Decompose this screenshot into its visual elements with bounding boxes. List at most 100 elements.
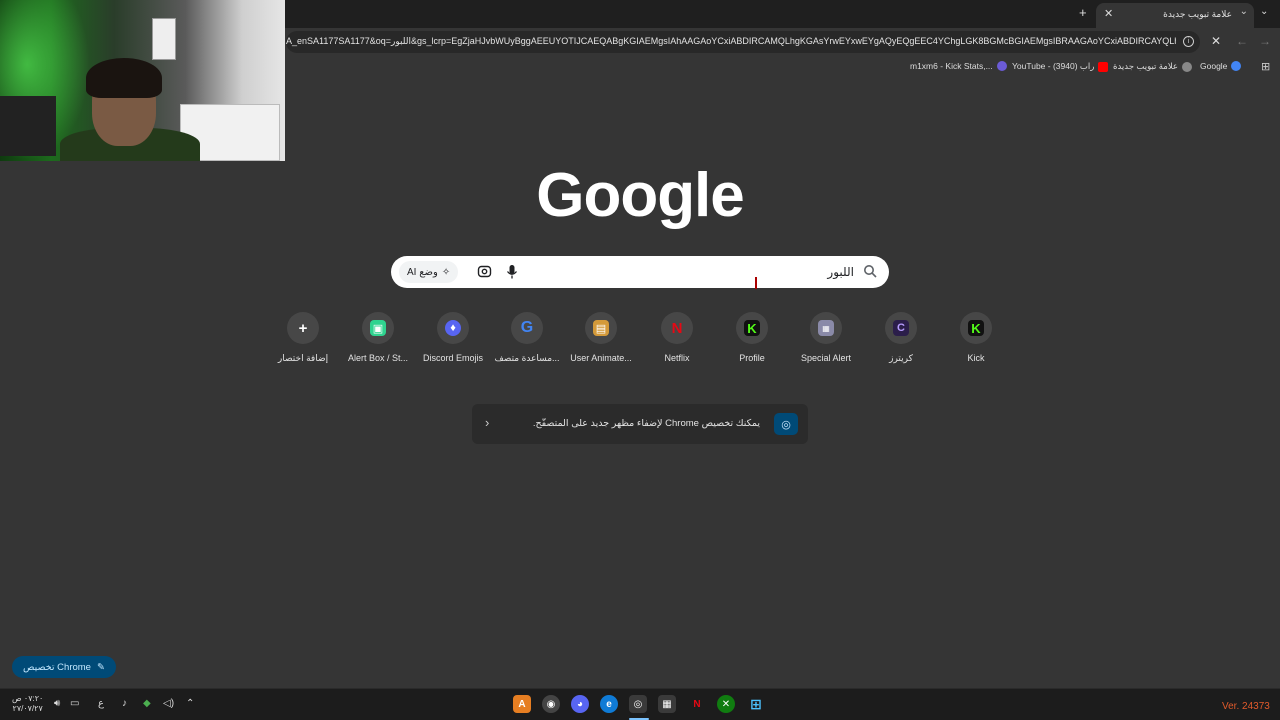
shortcut-label: Netflix <box>664 353 690 363</box>
shortcut-label: User Animate... <box>570 353 632 363</box>
tray-overflow-icon[interactable]: ⌃ <box>186 698 194 709</box>
search-input[interactable]: اللبور <box>827 265 854 279</box>
screen: + ✕ علامة تبويب جديدة ⌄ ⌄ A_enSA1177SA11… <box>0 0 1280 720</box>
google-logo: Google <box>536 161 745 230</box>
plus-icon: + <box>298 319 308 337</box>
bookmark-label: Google <box>1200 61 1228 71</box>
chevron-right-icon[interactable]: › <box>485 415 489 430</box>
shortcut-critters[interactable]: C كريترز <box>864 308 938 372</box>
bookmark-label: m1xm6 - Kick Stats,... <box>910 61 993 71</box>
ai-mode-button[interactable]: ✧ وضع AI <box>399 261 459 283</box>
shortcut-tile[interactable]: ▦ <box>810 312 842 344</box>
shortcut-special-alert[interactable]: ▦ Special Alert <box>789 308 863 372</box>
discord-icon[interactable]: ◕ <box>571 695 589 713</box>
google-lens-icon[interactable] <box>477 264 492 279</box>
bookmark-kick-stats[interactable]: m1xm6 - Kick Stats,... <box>910 61 1007 71</box>
shortcut-tile[interactable]: K <box>960 312 992 344</box>
tab-search-icon[interactable]: ⌄ <box>1260 6 1268 17</box>
address-bar[interactable]: A_enSA1177SA1177&oq=اللبور&gs_lcrp=EgZja… <box>286 31 1200 53</box>
shortcut-label: مساعدة متصف... <box>494 353 560 363</box>
new-tab-button[interactable]: + <box>1079 5 1087 20</box>
chevron-down-icon[interactable]: ⌄ <box>1240 6 1248 17</box>
shortcut-label: Profile <box>739 353 765 363</box>
microphone-icon[interactable]: ♪ <box>122 698 127 709</box>
url-text[interactable]: A_enSA1177SA1177&oq=اللبور&gs_lcrp=EgZja… <box>286 36 1176 47</box>
shortcut-label: Special Alert <box>800 353 852 363</box>
shortcut-add[interactable]: + إضافة اختصار <box>266 308 340 372</box>
bookmark-new-tab[interactable]: علامة تبويب جديدة <box>1113 61 1193 72</box>
palette-icon: ◎ <box>774 413 798 435</box>
tab-new-tab[interactable]: ✕ علامة تبويب جديدة ⌄ <box>1096 3 1254 28</box>
microsoft-store-icon[interactable]: ▦ <box>658 695 676 713</box>
shortcut-tile[interactable]: G <box>511 312 543 344</box>
shortcut-tile[interactable]: ♦ <box>437 312 469 344</box>
shopping-bag-icon: ▤ <box>593 320 609 336</box>
shortcut-kick[interactable]: K Kick <box>939 308 1013 372</box>
taskbar: ٠٧:٢٠ ص ٢٧/٠٧/٢٧ 🔊︎ ▭ ع ♪ ◆ ◁) ⌃ A ◉ ◕ e… <box>0 688 1280 720</box>
clock-date: ٢٧/٠٧/٢٧ <box>12 704 43 713</box>
shortcut-tile[interactable]: ▤ <box>585 312 617 344</box>
shortcut-alert-box[interactable]: ▣ Alert Box / St... <box>341 308 415 372</box>
input-language[interactable]: ع <box>98 698 104 709</box>
speaker-icon[interactable]: 🔊︎ <box>54 698 60 709</box>
customize-chrome-label: تخصيص Chrome <box>23 661 91 673</box>
discord-emojis-icon: ♦ <box>445 320 461 336</box>
back-arrow-icon[interactable]: ← <box>1236 34 1248 48</box>
forward-arrow-icon[interactable]: → <box>1259 34 1271 48</box>
kick-icon: K <box>968 320 984 336</box>
shortcut-tile[interactable]: N <box>661 312 693 344</box>
shortcut-label: Kick <box>967 353 985 363</box>
microphone-icon[interactable] <box>505 264 519 280</box>
bookmark-youtube[interactable]: YouTube - (3940) راب <box>1012 61 1109 72</box>
site-info-icon[interactable]: i <box>1183 36 1194 47</box>
apps-grid-icon[interactable]: ⊞ <box>1261 60 1270 73</box>
bookmark-google[interactable]: Google <box>1200 61 1242 71</box>
xbox-icon[interactable]: ✕ <box>717 695 735 713</box>
google-g-icon: G <box>520 319 534 336</box>
app-launcher-icon[interactable]: A <box>513 695 531 713</box>
edge-icon[interactable]: e <box>600 695 618 713</box>
shortcut-tile[interactable]: ▣ <box>362 312 394 344</box>
sparkle-search-icon: ✧ <box>441 266 451 278</box>
shortcut-tile[interactable]: K <box>736 312 768 344</box>
obs-icon[interactable]: ◉ <box>542 695 560 713</box>
shortcut-profile[interactable]: K Profile <box>715 308 789 372</box>
shortcut-google-help[interactable]: G مساعدة متصف... <box>490 308 564 372</box>
banner-text: يمكنك تخصيص Chrome لإضفاء مظهر جديد على … <box>532 418 760 429</box>
volume-icon[interactable]: ◁) <box>163 698 174 709</box>
critters-icon: C <box>893 320 909 336</box>
windows-start-icon[interactable]: ⊞ <box>747 695 765 713</box>
search-icon[interactable] <box>863 264 877 278</box>
wall-poster <box>152 18 176 60</box>
shortcut-user-animate[interactable]: ▤ User Animate... <box>564 308 638 372</box>
shortcut-tile[interactable]: C <box>885 312 917 344</box>
shortcut-discord-emojis[interactable]: ♦ Discord Emojis <box>416 308 490 372</box>
pencil-icon: ✎ <box>96 661 105 673</box>
person-hair <box>86 58 162 98</box>
customize-chrome-banner[interactable]: ◎ يمكنك تخصيص Chrome لإضفاء مظهر جديد عل… <box>472 404 808 444</box>
network-icon[interactable]: ▭ <box>70 698 79 709</box>
globe-icon <box>1182 61 1193 72</box>
netflix-app-icon[interactable]: N <box>688 695 706 713</box>
webcam-overlay <box>0 0 285 161</box>
shortcuts-grid: + إضافة اختصار ▣ Alert Box / St... ♦ Dis… <box>266 308 1014 372</box>
gaming-chair <box>0 96 56 156</box>
add-shortcut-tile[interactable]: + <box>287 312 319 344</box>
kick-stats-icon <box>996 61 1007 71</box>
security-shield-icon[interactable]: ◆ <box>143 698 151 709</box>
search-box[interactable]: اللبور ✧ وضع AI <box>391 256 889 288</box>
bookmark-label: YouTube - (3940) راب <box>1012 61 1095 71</box>
text-cursor <box>755 277 763 289</box>
version-label: Ver. 24373 <box>1222 701 1270 712</box>
youtube-icon <box>1098 61 1109 72</box>
tab-close-icon[interactable]: ✕ <box>1104 7 1113 20</box>
shortcut-netflix[interactable]: N Netflix <box>640 308 714 372</box>
customize-chrome-button[interactable]: تخصيص Chrome ✎ <box>12 656 116 678</box>
bookmark-label: علامة تبويب جديدة <box>1113 61 1179 71</box>
chrome-icon[interactable]: ◎ <box>629 695 647 713</box>
shortcut-label: كريترز <box>889 353 913 363</box>
google-icon <box>1231 61 1242 71</box>
system-clock[interactable]: ٠٧:٢٠ ص ٢٧/٠٧/٢٧ <box>12 694 43 714</box>
stop-loading-icon[interactable]: ✕ <box>1211 34 1221 48</box>
shortcut-label: إضافة اختصار <box>277 353 329 363</box>
